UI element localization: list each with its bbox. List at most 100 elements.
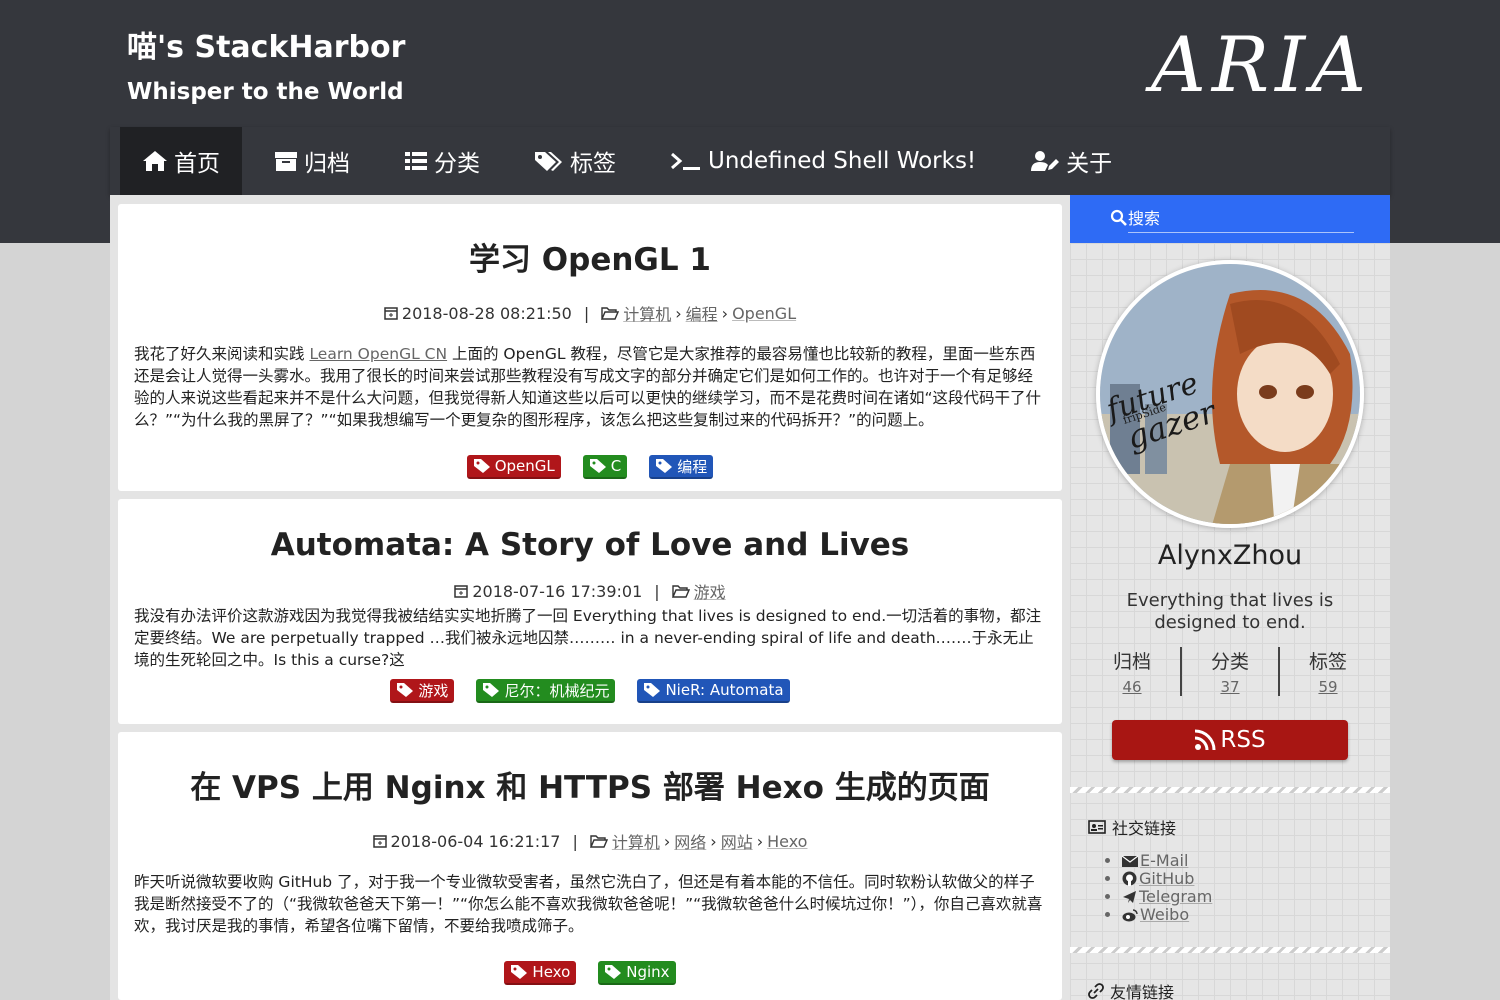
stat-value: 37	[1220, 678, 1240, 696]
terminal-icon	[671, 152, 700, 170]
weibo-icon	[1122, 909, 1138, 922]
site-title[interactable]: 喵's StackHarbor	[127, 22, 405, 66]
tag-icon	[644, 683, 661, 697]
social-link-email[interactable]: E-Mail	[1121, 851, 1212, 870]
stat-label: 标签	[1308, 651, 1347, 673]
social-label: E-Mail	[1140, 851, 1189, 870]
tag-label: Nginx	[626, 963, 670, 981]
post-excerpt: 我没有办法评价这款游戏因为我觉得我被结结实实地折腾了一回 Everything …	[134, 607, 1042, 669]
calendar-icon	[454, 585, 469, 598]
social-link-weibo[interactable]: Weibo	[1122, 906, 1212, 924]
envelope-icon	[1121, 855, 1139, 867]
nav-item-shell[interactable]: Undefined Shell Works!	[648, 127, 998, 195]
tag-label: 游戏	[418, 681, 449, 700]
excerpt-link[interactable]: Learn OpenGL CN	[309, 345, 447, 363]
post-list: 学习 OpenGL 1 2018-08-28 08:21:50 | 计算机 › …	[110, 195, 1070, 1000]
tag-badge[interactable]: 尼尔：机械纪元	[476, 679, 616, 703]
nav-item-home[interactable]: 首页	[120, 127, 242, 195]
tag-label: 尼尔：机械纪元	[504, 681, 610, 700]
category-link[interactable]: Hexo	[767, 832, 807, 851]
social-link-github[interactable]: GitHub	[1122, 870, 1212, 888]
meta-separator: |	[572, 831, 578, 851]
category-link[interactable]: OpenGL	[732, 304, 796, 323]
tag-icon	[483, 683, 500, 697]
tags-icon	[535, 152, 562, 171]
tag-badge[interactable]: 编程	[649, 455, 714, 479]
nav-label: 归档	[304, 151, 350, 177]
nav-item-categories[interactable]: 分类	[382, 127, 502, 195]
folder-icon	[589, 835, 608, 848]
link-icon	[1088, 983, 1104, 999]
nav-item-tags[interactable]: 标签	[512, 127, 638, 195]
post-tags: Hexo Nginx	[118, 961, 1062, 985]
rss-label: RSS	[1220, 727, 1266, 753]
calendar-icon	[384, 307, 398, 320]
site-stats: 归档 46 分类 37 标签 59	[1084, 647, 1376, 696]
tag-label: 编程	[677, 457, 708, 476]
stat-categories[interactable]: 分类 37	[1180, 647, 1278, 696]
search-bar	[1070, 195, 1390, 243]
post-date: 2018-06-04 16:21:17	[390, 831, 561, 851]
tag-badge[interactable]: Nginx	[598, 961, 676, 985]
nav-item-about[interactable]: 关于	[1008, 127, 1134, 195]
tag-badge[interactable]: 游戏	[390, 679, 455, 703]
folder-icon	[601, 307, 620, 320]
category-link[interactable]: 计算机	[612, 829, 660, 853]
social-label: GitHub	[1139, 869, 1195, 888]
post-date: 2018-07-16 17:39:01	[472, 581, 643, 601]
friends-title: 友情链接	[1110, 983, 1175, 1000]
search-icon	[1110, 209, 1127, 226]
post-tags: 游戏 尼尔：机械纪元 NieR: Automata	[118, 679, 1062, 703]
post-meta: 2018-08-28 08:21:50 | 计算机 › 编程 › OpenGL	[118, 301, 1062, 325]
stat-archives[interactable]: 归档 46	[1084, 647, 1180, 696]
main-nav: 首页 归档 分类 标签 Undefined Shell Works! 关于	[110, 127, 1390, 195]
tag-icon	[473, 459, 490, 473]
tag-icon	[656, 459, 673, 473]
tag-badge[interactable]: Hexo	[504, 961, 577, 985]
tag-label: C	[610, 457, 622, 475]
site-logo: ARIA	[1150, 20, 1372, 109]
search-input[interactable]	[1128, 205, 1354, 233]
category-link[interactable]: 游戏	[694, 579, 726, 603]
nav-label: 标签	[570, 151, 616, 177]
post-card: 在 VPS 上用 Nginx 和 HTTPS 部署 Hexo 生成的页面 201…	[118, 732, 1062, 1000]
nav-label: 首页	[174, 151, 220, 177]
nav-item-archive[interactable]: 归档	[252, 127, 372, 195]
tag-label: OpenGL	[494, 457, 555, 475]
category-link[interactable]: 计算机	[623, 301, 671, 325]
calendar-icon	[372, 835, 387, 848]
sidebar-divider	[1070, 787, 1390, 793]
tag-icon	[397, 683, 414, 697]
archive-icon	[275, 152, 297, 171]
post-title[interactable]: Automata: A Story of Love and Lives	[118, 527, 1062, 563]
category-link[interactable]: 编程	[686, 301, 718, 325]
sidebar-divider	[1070, 947, 1390, 953]
tag-badge[interactable]: NieR: Automata	[637, 679, 790, 703]
tag-icon	[511, 965, 528, 979]
post-title[interactable]: 学习 OpenGL 1	[118, 234, 1062, 279]
tag-label: Hexo	[532, 963, 571, 981]
nav-label: 分类	[434, 151, 480, 177]
post-meta: 2018-07-16 17:39:01 | 游戏	[118, 579, 1062, 603]
site-subtitle: Whisper to the World	[127, 79, 404, 105]
tag-badge[interactable]: C	[582, 455, 628, 479]
post-title[interactable]: 在 VPS 上用 Nginx 和 HTTPS 部署 Hexo 生成的页面	[118, 762, 1062, 807]
rss-button[interactable]: RSS	[1112, 720, 1348, 760]
tag-badge[interactable]: OpenGL	[466, 455, 561, 479]
meta-separator: |	[654, 581, 660, 601]
social-label: Weibo	[1140, 905, 1190, 924]
social-link-telegram[interactable]: Telegram	[1122, 888, 1212, 906]
post-meta: 2018-06-04 16:21:17 | 计算机 › 网络 › 网站 › He…	[118, 829, 1062, 853]
tag-label: NieR: Automata	[665, 681, 784, 699]
stat-value: 59	[1318, 678, 1338, 696]
category-link[interactable]: 网络	[674, 829, 706, 853]
stat-tags[interactable]: 标签 59	[1278, 647, 1376, 696]
rss-icon	[1195, 729, 1216, 751]
nav-label: 关于	[1066, 151, 1113, 177]
chevron-right-icon: ›	[675, 303, 682, 323]
category-link[interactable]: 网站	[721, 829, 753, 853]
post-excerpt: 我花了好久来阅读和实践 Learn OpenGL CN 上面的 OpenGL 教…	[118, 343, 1062, 431]
post-card: Automata: A Story of Love and Lives 2018…	[118, 499, 1062, 724]
avatar: future gazer fripSide	[1096, 260, 1364, 528]
chevron-right-icon: ›	[663, 831, 671, 851]
